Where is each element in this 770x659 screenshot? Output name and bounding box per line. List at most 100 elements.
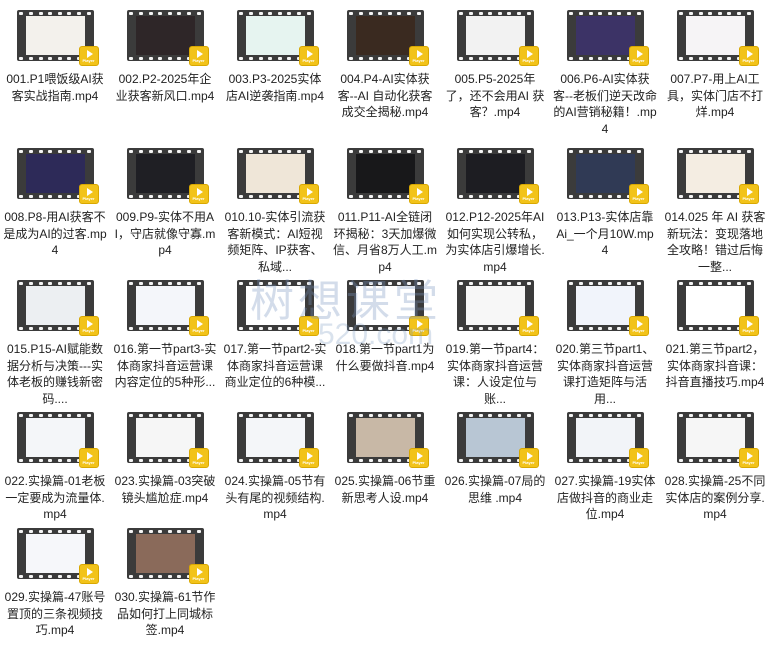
file-name-label: 028.实操篇-25不同实体店的案例分享.mp4 xyxy=(664,474,766,521)
video-thumbnail[interactable]: Player xyxy=(346,148,429,204)
file-name-label: 013.P13-实体店靠Ai_一个月10W.mp4 xyxy=(556,210,654,257)
video-thumbnail[interactable]: Player xyxy=(456,280,539,336)
player-icon: Player xyxy=(298,46,319,66)
file-name-label: 026.实操篇-07局的思维 .mp4 xyxy=(444,474,546,505)
file-name-label: 004.P4-AI实体获客--AI 自动化获客成交全揭秘.mp4 xyxy=(337,72,433,119)
video-thumbnail[interactable]: Player xyxy=(16,10,99,66)
player-icon: Player xyxy=(628,316,649,336)
thumbnail-preview xyxy=(25,286,85,325)
thumbnail-preview xyxy=(355,154,415,193)
video-thumbnail[interactable]: Player xyxy=(16,280,99,336)
file-name-label: 014.025 年 AI 获客新玩法：变现落地全攻略！错过后悔一整... xyxy=(664,210,766,274)
player-icon: Player xyxy=(78,316,99,336)
video-thumbnail[interactable]: Player xyxy=(566,280,649,336)
video-file-item[interactable]: Player 027.实操篇-19实体店做抖音的商业走位.mp4 xyxy=(550,412,660,524)
video-file-item[interactable]: Player 002.P2-2025年企业获客新风口.mp4 xyxy=(110,10,220,144)
video-file-item[interactable]: Player 006.P6-AI实体获客--老板们逆天改命的AI营销秘籍！.mp4 xyxy=(550,10,660,144)
video-file-item[interactable]: Player 016.第一节part3-实体商家抖音运营课内容定位的5种形... xyxy=(110,280,220,408)
video-thumbnail[interactable]: Player xyxy=(676,10,759,66)
video-thumbnail[interactable]: Player xyxy=(126,412,209,468)
video-thumbnail[interactable]: Player xyxy=(676,412,759,468)
video-thumbnail[interactable]: Player xyxy=(566,10,649,66)
player-icon: Player xyxy=(628,448,649,468)
player-icon: Player xyxy=(518,448,539,468)
player-icon: Player xyxy=(628,184,649,204)
video-file-item[interactable]: Player 026.实操篇-07局的思维 .mp4 xyxy=(440,412,550,524)
player-icon: Player xyxy=(188,448,209,468)
video-thumbnail[interactable]: Player xyxy=(16,528,99,584)
file-name-label: 027.实操篇-19实体店做抖音的商业走位.mp4 xyxy=(554,474,656,521)
video-thumbnail[interactable]: Player xyxy=(456,412,539,468)
video-file-item[interactable]: Player 007.P7-用上AI工具，实体门店不打烊.mp4 xyxy=(660,10,770,144)
video-thumbnail[interactable]: Player xyxy=(566,148,649,204)
player-icon: Player xyxy=(188,46,209,66)
video-file-item[interactable]: Player 005.P5-2025年了，还不会用AI 获客？.mp4 xyxy=(440,10,550,144)
player-icon: Player xyxy=(408,46,429,66)
thumbnail-preview xyxy=(25,16,85,55)
player-icon: Player xyxy=(78,46,99,66)
file-name-label: 003.P3-2025实体店AI逆袭指南.mp4 xyxy=(225,72,325,103)
video-file-item[interactable]: Player 011.P11-AI全链闭环揭秘：3天加爆微信、月省8万人工.mp4 xyxy=(330,148,440,276)
video-file-item[interactable]: Player 023.实操篇-03突破镜头尴尬症.mp4 xyxy=(110,412,220,524)
player-icon: Player xyxy=(518,46,539,66)
file-row: Player 008.P8-用AI获客不是成为AI的过客.mp4 Player 009… xyxy=(0,148,770,276)
file-name-label: 008.P8-用AI获客不是成为AI的过客.mp4 xyxy=(3,210,107,257)
player-icon: Player xyxy=(78,448,99,468)
file-name-label: 020.第三节part1、实体商家抖音运营课打造矩阵与活用... xyxy=(555,342,655,406)
video-file-item[interactable]: Player 010.10-实体引流获客新模式：AI短视频矩阵、IP获客、私域..… xyxy=(220,148,330,276)
thumbnail-preview xyxy=(685,16,745,55)
video-file-item[interactable]: Player 015.P15-AI赋能数据分析与决策---实体老板的赚钱新密码..… xyxy=(0,280,110,408)
video-file-item[interactable]: Player 025.实操篇-06节重新思考人设.mp4 xyxy=(330,412,440,524)
video-thumbnail[interactable]: Player xyxy=(236,412,319,468)
player-icon: Player xyxy=(518,316,539,336)
video-file-item[interactable]: Player 004.P4-AI实体获客--AI 自动化获客成交全揭秘.mp4 xyxy=(330,10,440,144)
thumbnail-preview xyxy=(465,16,525,55)
video-thumbnail[interactable]: Player xyxy=(346,10,429,66)
thumbnail-preview xyxy=(465,418,525,457)
video-file-item[interactable]: Player 022.实操篇-01老板一定要成为流量体.mp4 xyxy=(0,412,110,524)
video-file-item[interactable]: Player 029.实操篇-47账号置顶的三条视频技巧.mp4 xyxy=(0,528,110,640)
video-thumbnail[interactable]: Player xyxy=(126,280,209,336)
thumbnail-preview xyxy=(355,16,415,55)
video-thumbnail[interactable]: Player xyxy=(16,412,99,468)
thumbnail-preview xyxy=(355,418,415,457)
video-thumbnail[interactable]: Player xyxy=(16,148,99,204)
thumbnail-preview xyxy=(465,154,525,193)
file-name-label: 023.实操篇-03突破镜头尴尬症.mp4 xyxy=(114,474,216,505)
video-file-item[interactable]: Player 001.P1喂饭级AI获客实战指南.mp4 xyxy=(0,10,110,144)
video-thumbnail[interactable]: Player xyxy=(346,412,429,468)
video-thumbnail[interactable]: Player xyxy=(676,280,759,336)
video-file-item[interactable]: Player 008.P8-用AI获客不是成为AI的过客.mp4 xyxy=(0,148,110,276)
player-icon: Player xyxy=(408,184,429,204)
video-file-item[interactable]: Player 030.实操篇-61节作品如何打上同城标签.mp4 xyxy=(110,528,220,640)
thumbnail-preview xyxy=(685,286,745,325)
video-file-item[interactable]: Player 019.第一节part4：实体商家抖音运营课：人设定位与账... xyxy=(440,280,550,408)
video-thumbnail[interactable]: Player xyxy=(126,528,209,584)
video-file-item[interactable]: Player 003.P3-2025实体店AI逆袭指南.mp4 xyxy=(220,10,330,144)
video-thumbnail[interactable]: Player xyxy=(126,148,209,204)
video-thumbnail[interactable]: Player xyxy=(236,10,319,66)
video-file-item[interactable]: Player 021.第三节part2，实体商家抖音课：抖音直播技巧.mp4 xyxy=(660,280,770,408)
video-file-item[interactable]: Player 009.P9-实体不用AI，守店就像守寡.mp4 xyxy=(110,148,220,276)
file-name-label: 019.第一节part4：实体商家抖音运营课：人设定位与账... xyxy=(445,342,545,406)
thumbnail-preview xyxy=(135,286,195,325)
thumbnail-preview xyxy=(575,418,635,457)
video-file-item[interactable]: Player 012.P12-2025年AI如何实现公转私，为实体店引爆增长.mp… xyxy=(440,148,550,276)
video-thumbnail[interactable]: Player xyxy=(126,10,209,66)
thumbnail-preview xyxy=(245,16,305,55)
file-row: Player 029.实操篇-47账号置顶的三条视频技巧.mp4 Player 030… xyxy=(0,528,770,640)
video-thumbnail[interactable]: Player xyxy=(566,412,649,468)
video-file-item[interactable]: Player 028.实操篇-25不同实体店的案例分享.mp4 xyxy=(660,412,770,524)
video-thumbnail[interactable]: Player xyxy=(456,10,539,66)
video-file-item[interactable]: Player 014.025 年 AI 获客新玩法：变现落地全攻略！错过后悔一整.… xyxy=(660,148,770,276)
video-thumbnail[interactable]: Player xyxy=(676,148,759,204)
video-file-item[interactable]: Player 013.P13-实体店靠Ai_一个月10W.mp4 xyxy=(550,148,660,276)
video-thumbnail[interactable]: Player xyxy=(236,148,319,204)
video-file-item[interactable]: Player 020.第三节part1、实体商家抖音运营课打造矩阵与活用... xyxy=(550,280,660,408)
player-icon: Player xyxy=(188,184,209,204)
file-name-label: 017.第一节part2-实体商家抖音运营课商业定位的6种模... xyxy=(223,342,327,389)
player-icon: Player xyxy=(188,564,209,584)
video-thumbnail[interactable]: Player xyxy=(456,148,539,204)
file-name-label: 002.P2-2025年企业获客新风口.mp4 xyxy=(115,72,215,103)
video-file-item[interactable]: Player 024.实操篇-05节有头有尾的视频结构.mp4 xyxy=(220,412,330,524)
